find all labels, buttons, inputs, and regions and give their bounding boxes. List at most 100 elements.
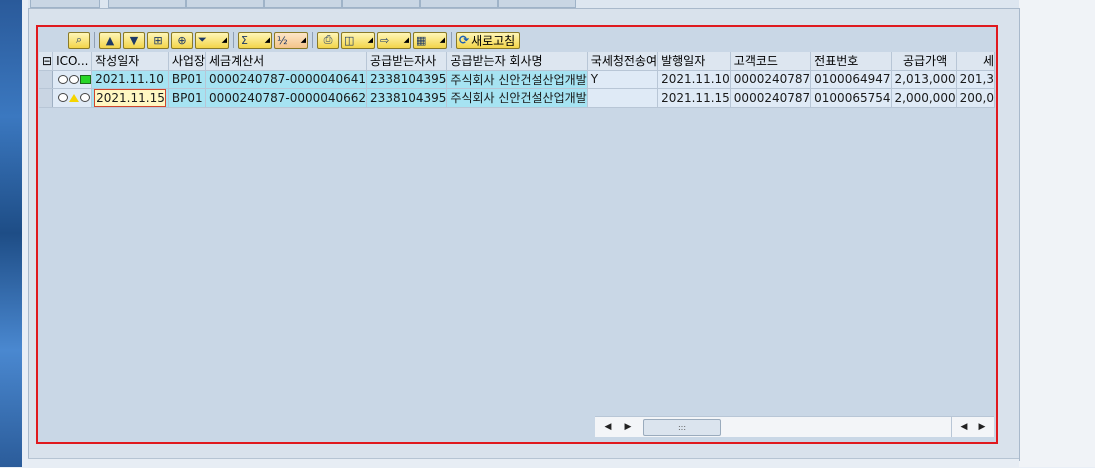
cell-tax-invoice[interactable]: 0000240787-0000040662 — [205, 88, 368, 108]
column-header-business-place[interactable]: 사업장 — [168, 52, 207, 71]
toolbar-separator — [233, 32, 234, 48]
green-light-icon — [80, 74, 91, 84]
cell-receiver-reg-no[interactable]: 2338104395 — [366, 88, 448, 108]
status-cell — [52, 70, 93, 89]
layout-button[interactable]: ▦ ◢ — [413, 31, 447, 49]
cell-nts-transmitted[interactable] — [587, 88, 659, 108]
cell-receiver-reg-no[interactable]: 2338104395 — [366, 70, 448, 89]
frozen-scroll-left-icon[interactable]: ◀ — [957, 420, 971, 434]
cell-supply-amount[interactable]: 2,013,000 — [891, 70, 957, 89]
sort-descending-button[interactable]: ▼ — [123, 31, 145, 49]
filter-icon: ⏷ — [198, 33, 207, 46]
dropdown-arrow-icon: ◢ — [403, 36, 409, 44]
cell-business-place[interactable]: BP01 — [168, 70, 207, 89]
column-header-document-no[interactable]: 전표번호 — [810, 52, 892, 71]
sort-descending-icon: ▼ — [129, 33, 139, 47]
green-light-off-icon — [80, 93, 91, 102]
tab-3[interactable] — [186, 0, 264, 8]
scroll-left-icon[interactable]: ◀ — [601, 420, 615, 434]
tab-1[interactable] — [30, 0, 100, 8]
toolbar-separator — [312, 32, 313, 48]
cell-document-no[interactable]: 0100064947 — [810, 70, 892, 89]
tab-4[interactable] — [264, 0, 342, 8]
table-row[interactable]: 2021.11.15 BP01 0000240787-0000040662 23… — [39, 88, 995, 108]
cell-receiver-company[interactable]: 주식회사 신안건설산업개발 — [446, 70, 588, 89]
column-header-customer-code[interactable]: 고객코드 — [730, 52, 812, 71]
cell-tax-amount[interactable]: 200,0 — [956, 88, 995, 108]
row-selector[interactable] — [39, 70, 54, 89]
scroll-right-icon[interactable]: ▶ — [621, 420, 635, 434]
dropdown-arrow-icon: ◢ — [300, 36, 306, 44]
column-header-issue-date[interactable]: 발행일자 — [657, 52, 731, 71]
print-button[interactable]: ⎙ — [317, 31, 339, 49]
subtotal-icon: ½ — [277, 33, 288, 47]
column-header-receiver-reg-no[interactable]: 공급받는자사 — [366, 52, 448, 71]
cell-issue-date[interactable]: 2021.11.15 — [657, 88, 731, 108]
header-row: ⊟ ICO... 작성일자 사업장 세금계산서 공급받는자사 공급받는자 회사명… — [39, 52, 995, 71]
column-header-write-date[interactable]: 작성일자 — [91, 52, 169, 71]
cell-write-date-focused[interactable]: 2021.11.15 — [91, 88, 169, 108]
toolbar-separator — [94, 32, 95, 48]
filter-button[interactable]: ⏷ ◢ — [195, 31, 229, 49]
layout-grid-icon: ▦ — [416, 33, 427, 47]
views-button[interactable]: ◫ ◢ — [341, 31, 375, 49]
cell-write-date[interactable]: 2021.11.10 — [91, 70, 169, 89]
horizontal-scrollbar[interactable]: ◀ ▶ ::: ◀ ▶ — [595, 416, 994, 437]
refresh-button[interactable]: ⟳ 새로고침 — [456, 31, 521, 49]
cell-nts-transmitted[interactable]: Y — [587, 70, 659, 89]
tab-2[interactable] — [108, 0, 186, 8]
tab-6[interactable] — [420, 0, 498, 8]
yellow-light-off-icon — [69, 74, 80, 84]
scrollbar-thumb[interactable]: ::: — [643, 419, 721, 436]
dropdown-arrow-icon: ◢ — [221, 36, 227, 44]
table-row[interactable]: 2021.11.10 BP01 0000240787-0000040641 23… — [39, 70, 995, 89]
printer-icon: ⎙ — [323, 33, 333, 46]
export-button[interactable]: ⇨ ◢ — [377, 31, 411, 49]
focused-cell-value[interactable]: 2021.11.15 — [94, 88, 166, 106]
column-header-icon[interactable]: ICO... — [52, 52, 93, 71]
details-button[interactable]: ⌕ — [68, 31, 90, 49]
frozen-scroll-right-icon[interactable]: ▶ — [975, 420, 989, 434]
alv-toolbar: ⌕ ▲ ▼ ⊞ ⊕ ⏷ ◢ Σ ◢ ½ ◢ ⎙ ◫ ◢ ⇨ ◢ ▦ ◢ ⟳ 새로… — [68, 30, 522, 50]
column-header-receiver-company[interactable]: 공급받는자 회사명 — [446, 52, 588, 71]
total-button[interactable]: Σ ◢ — [238, 31, 272, 49]
cell-issue-date[interactable]: 2021.11.10 — [657, 70, 731, 89]
cell-business-place[interactable]: BP01 — [168, 88, 207, 108]
select-all-layout-icon[interactable]: ⊟ — [39, 52, 54, 71]
binoculars-icon: ⊞ — [153, 33, 163, 47]
toolbar-separator — [451, 32, 452, 48]
cell-tax-invoice[interactable]: 0000240787-0000040641 — [205, 70, 368, 89]
subtotal-button[interactable]: ½ ◢ — [274, 31, 308, 49]
cell-supply-amount[interactable]: 2,000,000 — [891, 88, 957, 108]
column-header-tax-invoice[interactable]: 세금계산서 — [205, 52, 368, 71]
column-header-tax-amount[interactable]: 세 — [956, 52, 995, 71]
dropdown-arrow-icon: ◢ — [439, 36, 445, 44]
dropdown-arrow-icon: ◢ — [264, 36, 270, 44]
refresh-icon: ⟳ — [459, 33, 470, 47]
red-light-off-icon — [58, 93, 69, 102]
cell-receiver-company[interactable]: 주식회사 신안건설산업개발 — [446, 88, 588, 108]
export-icon: ⇨ — [380, 33, 390, 47]
cell-customer-code[interactable]: 0000240787 — [730, 70, 812, 89]
cell-customer-code[interactable]: 0000240787 — [730, 88, 812, 108]
cell-tax-amount[interactable]: 201,3 — [956, 70, 995, 89]
magnifier-icon: ⌕ — [75, 33, 83, 46]
cell-document-no[interactable]: 0100065754 — [810, 88, 892, 108]
refresh-button-label: 새로고침 — [471, 33, 516, 48]
tab-7[interactable] — [498, 0, 576, 8]
find-next-button[interactable]: ⊕ — [171, 31, 193, 49]
views-icon: ◫ — [344, 33, 355, 47]
sum-icon: Σ — [241, 33, 248, 47]
column-header-nts-transmitted[interactable]: 국세청전송여 — [587, 52, 659, 71]
desktop-background-strip — [0, 0, 22, 467]
column-header-supply-amount[interactable]: 공급가액 — [891, 52, 957, 71]
sort-ascending-button[interactable]: ▲ — [99, 31, 121, 49]
dropdown-arrow-icon: ◢ — [367, 36, 373, 44]
sort-ascending-icon: ▲ — [105, 33, 115, 47]
alv-grid-container: ⌕ ▲ ▼ ⊞ ⊕ ⏷ ◢ Σ ◢ ½ ◢ ⎙ ◫ ◢ ⇨ ◢ ▦ ◢ ⟳ 새로… — [36, 25, 998, 444]
find-button[interactable]: ⊞ — [147, 31, 169, 49]
right-empty-pane — [1019, 0, 1095, 467]
binoculars-plus-icon: ⊕ — [177, 33, 187, 47]
row-selector[interactable] — [39, 88, 54, 108]
tab-5[interactable] — [342, 0, 420, 8]
